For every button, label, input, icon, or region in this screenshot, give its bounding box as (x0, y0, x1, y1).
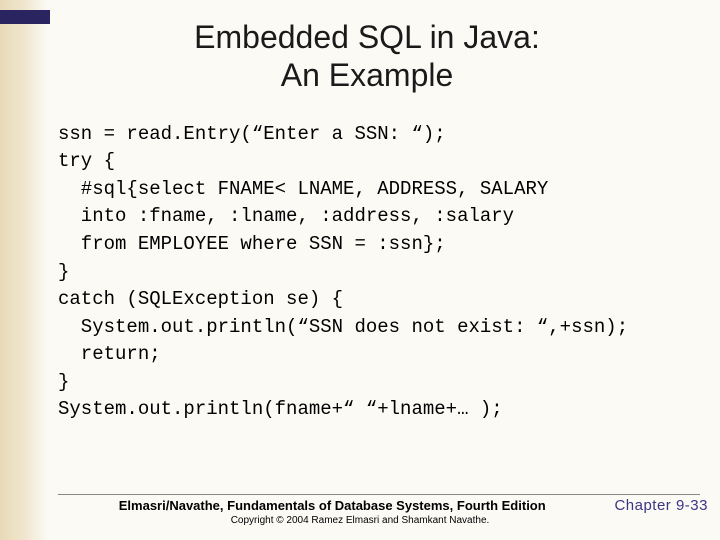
footer-row: Elmasri/Navathe, Fundamentals of Databas… (0, 497, 720, 514)
footer-divider (58, 494, 700, 495)
footer-book-title: Elmasri/Navathe, Fundamentals of Databas… (58, 498, 606, 513)
title-line-1: Embedded SQL in Java: (194, 19, 540, 55)
slide-footer: Elmasri/Navathe, Fundamentals of Databas… (0, 494, 720, 526)
title-line-2: An Example (281, 57, 454, 93)
slide-title: Embedded SQL in Java: An Example (58, 18, 676, 95)
slide-content: Embedded SQL in Java: An Example ssn = r… (0, 0, 720, 540)
footer-copyright: Copyright © 2004 Ramez Elmasri and Shamk… (0, 515, 720, 526)
code-block: ssn = read.Entry(“Enter a SSN: “); try {… (58, 121, 676, 424)
footer-chapter: Chapter 9-33 (606, 497, 708, 514)
